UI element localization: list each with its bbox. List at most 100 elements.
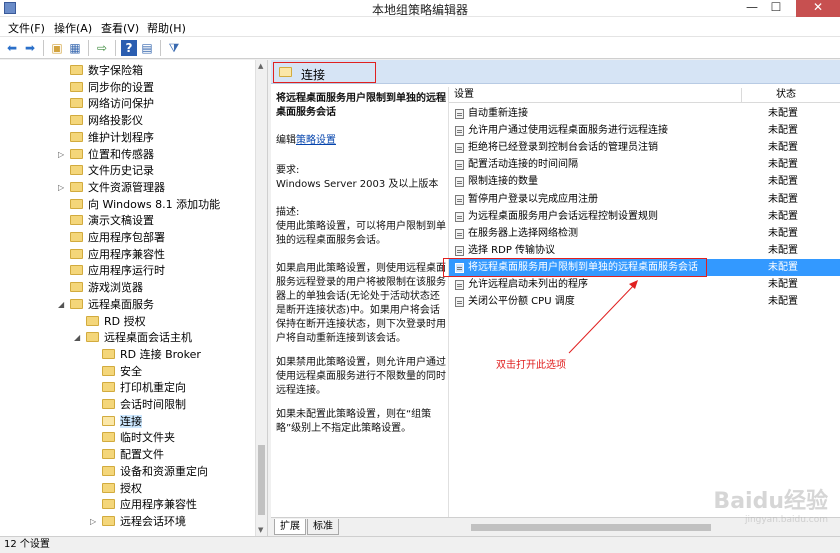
folder-icon <box>70 165 83 176</box>
tab-standard[interactable]: 标准 <box>307 519 339 535</box>
expand-arrow-icon[interactable]: ▷ <box>58 179 68 196</box>
scrollbar-thumb[interactable] <box>258 445 265 515</box>
minimize-button[interactable]: — <box>740 0 764 17</box>
tree-item[interactable]: RD 授权 <box>86 313 146 330</box>
tree-item[interactable]: RD 连接 Broker <box>102 346 201 363</box>
row-highlight-box <box>443 257 707 277</box>
watermark-logo-text: Baidu经验 <box>713 489 828 514</box>
collapse-arrow-icon[interactable]: ◢ <box>58 296 68 313</box>
policy-row[interactable]: 暂停用户登录以完成应用注册 未配置 <box>449 191 840 208</box>
tree-item[interactable]: 应用程序包部署 <box>70 229 165 246</box>
folder-icon <box>70 198 83 209</box>
help-icon[interactable]: ? <box>121 40 137 56</box>
folder-icon <box>70 115 83 126</box>
tree-item[interactable]: 会话时间限制 <box>102 396 186 413</box>
tree-item[interactable]: 演示文稿设置 <box>70 212 154 229</box>
folder-icon <box>102 482 115 493</box>
tree-item-label: 连接 <box>120 414 142 428</box>
scroll-down-icon[interactable]: ▼ <box>258 526 263 534</box>
policy-row[interactable]: 允许远程启动未列出的程序 未配置 <box>449 276 840 293</box>
tree-item[interactable]: 配置文件 <box>102 446 164 463</box>
menu-help[interactable]: 帮助(H) <box>147 20 186 36</box>
folder-icon <box>102 449 115 460</box>
tree-item[interactable]: ▷ 文件资源管理器 <box>58 179 165 196</box>
tree-item-label: 应用程序运行时 <box>88 264 165 278</box>
menu-file[interactable]: 文件(F) <box>8 20 45 36</box>
forward-arrow-icon[interactable]: ➡ <box>22 40 38 56</box>
column-divider[interactable] <box>741 88 742 102</box>
tree-item[interactable]: 维护计划程序 <box>70 129 154 146</box>
tree-item-label: 设备和资源重定向 <box>120 464 208 478</box>
policy-row[interactable]: 为远程桌面服务用户会话远程控制设置规则 未配置 <box>449 208 840 225</box>
tree-item[interactable]: ◢ 远程桌面服务 <box>58 296 154 313</box>
policy-status: 未配置 <box>768 244 798 256</box>
filter-icon[interactable]: ⧩ <box>166 40 182 56</box>
up-folder-icon[interactable]: ▣ <box>49 40 65 56</box>
tree-item[interactable]: 应用程序运行时 <box>70 262 165 279</box>
tree-item[interactable]: 应用程序兼容性 <box>102 496 197 513</box>
tree-item-label: 配置文件 <box>120 448 164 462</box>
collapse-arrow-icon[interactable]: ◢ <box>74 329 84 346</box>
tree-item[interactable]: 文件历史记录 <box>70 162 154 179</box>
policy-row[interactable]: 拒绝将已经登录到控制台会话的管理员注销 未配置 <box>449 139 840 156</box>
tree-item-label: 文件资源管理器 <box>88 180 165 194</box>
tree-item[interactable]: ▷ 位置和传感器 <box>58 146 154 163</box>
policy-status: 未配置 <box>768 193 798 205</box>
tree-item[interactable]: 打印机重定向 <box>102 379 186 396</box>
tree-item[interactable]: ▷ 远程会话环境 <box>90 513 186 530</box>
folder-icon <box>70 298 83 309</box>
policy-row[interactable]: 允许用户通过使用远程桌面服务进行远程连接 未配置 <box>449 122 840 139</box>
close-button[interactable]: ✕ <box>796 0 840 17</box>
scrollbar-thumb[interactable] <box>471 524 711 531</box>
annotation-text: 双击打开此选项 <box>496 360 566 371</box>
tree-item[interactable]: 网络投影仪 <box>70 112 143 129</box>
tree-item[interactable]: ◢ 远程桌面会话主机 <box>74 329 192 346</box>
policy-row[interactable]: 配置活动连接的时间间隔 未配置 <box>449 156 840 173</box>
policy-row[interactable]: 关闭公平份额 CPU 调度 未配置 <box>449 293 840 310</box>
tree-item[interactable]: 临时文件夹 <box>102 429 175 446</box>
tree-item-label: 安全 <box>120 364 142 378</box>
tree-item-label: 应用程序兼容性 <box>88 247 165 261</box>
title-bar: 本地组策略编辑器 — ☐ ✕ <box>0 0 840 17</box>
expand-arrow-icon[interactable]: ▷ <box>58 146 68 163</box>
policy-row[interactable]: 选择 RDP 传输协议 未配置 <box>449 242 840 259</box>
policy-name: 允许远程启动未列出的程序 <box>468 279 588 290</box>
tree-item[interactable]: 同步你的设置 <box>70 79 154 96</box>
show-tree-icon[interactable]: ▦ <box>67 40 83 56</box>
edit-policy-line: 编辑策略设置 <box>276 134 446 148</box>
policy-row[interactable]: 限制连接的数量 未配置 <box>449 173 840 190</box>
tree-item[interactable]: 数字保险箱 <box>70 62 143 79</box>
folder-icon <box>86 315 99 326</box>
policy-name: 限制连接的数量 <box>468 176 538 188</box>
policy-row[interactable]: 在服务器上选择网络检测 未配置 <box>449 225 840 242</box>
tree-item[interactable]: 向 Windows 8.1 添加功能 <box>70 196 220 213</box>
expand-arrow-icon[interactable]: ▷ <box>90 513 100 530</box>
tree-item[interactable]: 设备和资源重定向 <box>102 463 208 480</box>
policy-setting-icon <box>455 126 464 137</box>
details-pane: 连接 将远程桌面服务用户限制到单独的远程桌面服务会话 编辑策略设置 要求: Wi… <box>271 60 840 536</box>
policy-row[interactable]: 自动重新连接 未配置 <box>449 105 840 122</box>
maximize-button[interactable]: ☐ <box>764 0 788 17</box>
policy-name: 选择 RDP 传输协议 <box>468 244 556 256</box>
export-list-icon[interactable]: ⇨ <box>94 40 110 56</box>
tree-item-label: 维护计划程序 <box>88 130 154 144</box>
column-setting[interactable]: 设置 <box>454 87 474 102</box>
menu-view[interactable]: 查看(V) <box>101 20 139 36</box>
tree-item[interactable]: 网络访问保护 <box>70 95 154 112</box>
properties-icon[interactable]: ▤ <box>139 40 155 56</box>
policy-status: 未配置 <box>768 125 798 137</box>
back-arrow-icon[interactable]: ⬅ <box>4 40 20 56</box>
edit-policy-link[interactable]: 策略设置 <box>296 135 336 146</box>
tree-item[interactable]: 游戏浏览器 <box>70 279 143 296</box>
toolbar-separator <box>88 40 89 56</box>
scroll-up-icon[interactable]: ▲ <box>258 62 263 70</box>
vertical-scrollbar[interactable]: ▲ ▼ <box>255 60 267 536</box>
tree-item[interactable]: 连接 <box>102 413 142 430</box>
menu-action[interactable]: 操作(A) <box>54 20 92 36</box>
tree-item[interactable]: 安全 <box>102 363 142 380</box>
tab-extended[interactable]: 扩展 <box>274 519 306 535</box>
tree-item[interactable]: 应用程序兼容性 <box>70 246 165 263</box>
tree-item-label: 应用程序包部署 <box>88 231 165 244</box>
column-status[interactable]: 状态 <box>776 87 796 102</box>
tree-item[interactable]: 授权 <box>102 480 142 497</box>
